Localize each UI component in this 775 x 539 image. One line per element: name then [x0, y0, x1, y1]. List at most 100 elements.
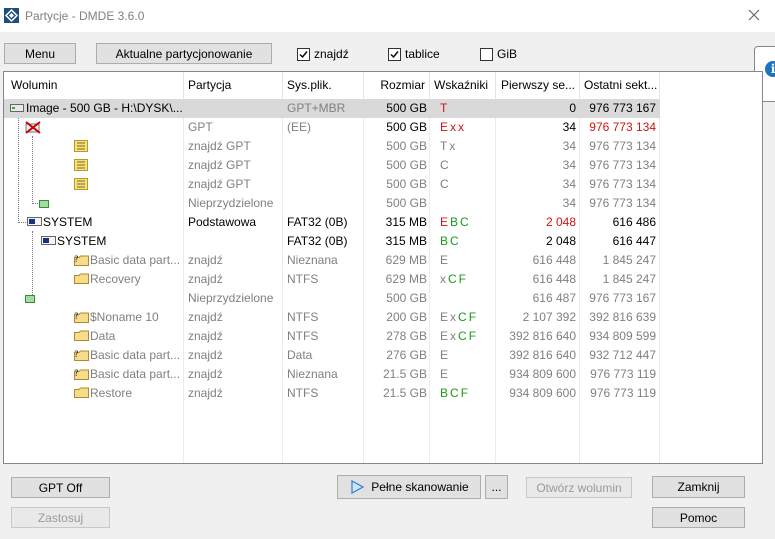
- size: 500 GB: [386, 291, 427, 305]
- folder-unknown-icon: ?: [74, 349, 89, 364]
- last-sector: 392 816 639: [589, 310, 656, 324]
- full-scan-label: Pełne skanowanie: [371, 480, 469, 494]
- table-row[interactable]: SYSTEM Podstawowa FAT32 (0B) 315 MB 2 048 616…: [4, 213, 660, 232]
- folder-icon: [74, 387, 89, 401]
- full-scan-button[interactable]: Pełne skanowanie: [337, 475, 481, 499]
- table-row[interactable]: znajdź GPT 500 GB 34 976 773 134 C: [4, 156, 660, 175]
- last-sector: 976 773 167: [589, 291, 656, 305]
- filesystem: NTFS: [287, 386, 319, 400]
- table-row[interactable]: Recovery znajdź NTFS 629 MB 616 448 1 845 247…: [4, 270, 660, 289]
- first-sector: 34: [562, 177, 576, 191]
- filesystem: FAT32 (0B): [287, 215, 348, 229]
- table-row[interactable]: znajdź GPT 500 GB 34 976 773 134 C: [4, 175, 660, 194]
- filesystem: NTFS: [287, 272, 319, 286]
- flags: BC: [440, 234, 461, 248]
- table-row[interactable]: Restore znajdź NTFS 21.5 GB 934 809 600 976 7…: [4, 384, 660, 403]
- table-icon: [74, 159, 88, 174]
- last-sector: 934 809 599: [589, 329, 656, 343]
- col-header-filesystem[interactable]: Sys.plik.: [283, 72, 364, 98]
- tables-checkbox[interactable]: tablice: [388, 46, 440, 62]
- size: 500 GB: [386, 139, 427, 153]
- folder-unknown-icon: ?: [74, 254, 89, 269]
- checkbox-box[interactable]: [297, 47, 310, 61]
- table-row[interactable]: ? Basic data part... znajdź Nieznana 21.5 GB…: [4, 365, 660, 384]
- filesystem: Data: [287, 348, 313, 362]
- last-sector: 976 773 134: [589, 139, 656, 153]
- filesystem: (EE): [287, 120, 311, 134]
- svg-text:?: ?: [74, 312, 79, 322]
- table-row[interactable]: znajdź GPT 500 GB 34 976 773 134 Tx: [4, 137, 660, 156]
- current-partitioning-button[interactable]: Aktualne partycjonowanie: [96, 43, 272, 64]
- size: 500 GB: [386, 120, 427, 134]
- unallocated-icon: [25, 292, 35, 306]
- more-options-button[interactable]: ...: [485, 475, 508, 499]
- table-row[interactable]: GPT (EE) 500 GB 34 976 773 134 Exx: [4, 118, 660, 137]
- first-sector: 34: [562, 196, 576, 210]
- checkbox-box[interactable]: [388, 47, 401, 61]
- partition-type: Nieprzydzielone: [188, 196, 274, 210]
- size: 629 MB: [385, 253, 427, 267]
- filesystem: GPT+MBR: [287, 101, 346, 115]
- table-row[interactable]: Nieprzydzielone 500 GB 616 487 976 773 167: [4, 289, 660, 308]
- flags: [440, 194, 494, 213]
- list-header: Wolumin Partycja Sys.plik. Rozmiar Wskaź…: [4, 72, 762, 98]
- flags: ExCF: [440, 310, 479, 324]
- col-header-flags[interactable]: Wskaźniki: [430, 72, 496, 98]
- table-row[interactable]: Image - 500 GB - H:\DYSK\... GPT+MBR 500 G…: [4, 99, 660, 118]
- volume-icon: [41, 235, 56, 249]
- folder-unknown-icon: ?: [74, 311, 89, 326]
- close-button[interactable]: Zamknij: [652, 476, 745, 498]
- table-row[interactable]: ? $Noname 10 znajdź NTFS 200 GB 2 107 392 392 …: [4, 308, 660, 327]
- volume-name: $Noname 10: [90, 310, 159, 324]
- size: 315 MB: [385, 215, 427, 229]
- volume-name: Basic data part...: [90, 367, 181, 381]
- open-volume-button[interactable]: Otwórz wolumin: [526, 477, 632, 498]
- info-icon: i: [765, 61, 775, 77]
- first-sector: 616 487: [532, 291, 576, 305]
- size: 200 GB: [386, 310, 427, 324]
- size: 276 GB: [386, 348, 427, 362]
- partition-type: znajdź: [188, 386, 223, 400]
- col-header-size[interactable]: Rozmiar: [364, 72, 430, 98]
- volume-name: Basic data part...: [90, 253, 181, 267]
- table-row[interactable]: ? Basic data part... znajdź Data 276 GB 392 8…: [4, 346, 660, 365]
- first-sector: 616 448: [532, 272, 576, 286]
- last-sector: 976 773 134: [589, 177, 656, 191]
- partition-type: Podstawowa: [188, 215, 257, 229]
- table-row[interactable]: ? Basic data part... znajdź Nieznana 629 MB 6…: [4, 251, 660, 270]
- folder-icon: [74, 273, 89, 287]
- volume-name: Basic data part...: [90, 348, 181, 362]
- partition-type: [188, 232, 282, 251]
- gib-checkbox[interactable]: GiB: [480, 46, 517, 62]
- checkbox-box[interactable]: [480, 47, 493, 61]
- table-row[interactable]: Data znajdź NTFS 278 GB 392 816 640 934 809 5…: [4, 327, 660, 346]
- first-sector: 392 816 640: [509, 348, 576, 362]
- col-header-last-sector[interactable]: Ostatni sekt...: [580, 72, 660, 98]
- size: 500 GB: [386, 177, 427, 191]
- last-sector: 976 773 134: [589, 196, 656, 210]
- table-row[interactable]: Nieprzydzielone 500 GB 34 976 773 134: [4, 194, 660, 213]
- flags: EBC: [440, 215, 471, 229]
- partition-type: znajdź: [188, 367, 223, 381]
- col-header-first-sector[interactable]: Pierwszy se...: [496, 72, 580, 98]
- flags: [440, 289, 494, 308]
- first-sector: 2 107 392: [522, 310, 576, 324]
- size: 21.5 GB: [382, 367, 427, 381]
- folder-unknown-icon: ?: [74, 368, 89, 383]
- partition-list[interactable]: Wolumin Partycja Sys.plik. Rozmiar Wskaź…: [3, 71, 763, 464]
- found-checkbox[interactable]: znajdź: [297, 46, 349, 62]
- col-header-partition[interactable]: Partycja: [184, 72, 283, 98]
- window-title: Partycje - DMDE 3.6.0: [25, 9, 145, 23]
- partition-type: znajdź GPT: [188, 177, 251, 191]
- gpt-off-button[interactable]: GPT Off: [11, 477, 110, 498]
- menu-button[interactable]: Menu: [4, 43, 76, 64]
- close-icon[interactable]: [745, 6, 763, 24]
- disk-icon: [10, 102, 24, 116]
- apply-button[interactable]: Zastosuj: [11, 507, 110, 528]
- col-header-volume[interactable]: Wolumin: [4, 72, 184, 98]
- last-sector: 976 773 167: [589, 101, 656, 115]
- volume-name: Data: [90, 329, 116, 343]
- table-row[interactable]: SYSTEM FAT32 (0B) 315 MB 2 048 616 447 BC: [4, 232, 660, 251]
- help-button[interactable]: Pomoc: [652, 507, 745, 528]
- first-sector: 616 448: [532, 253, 576, 267]
